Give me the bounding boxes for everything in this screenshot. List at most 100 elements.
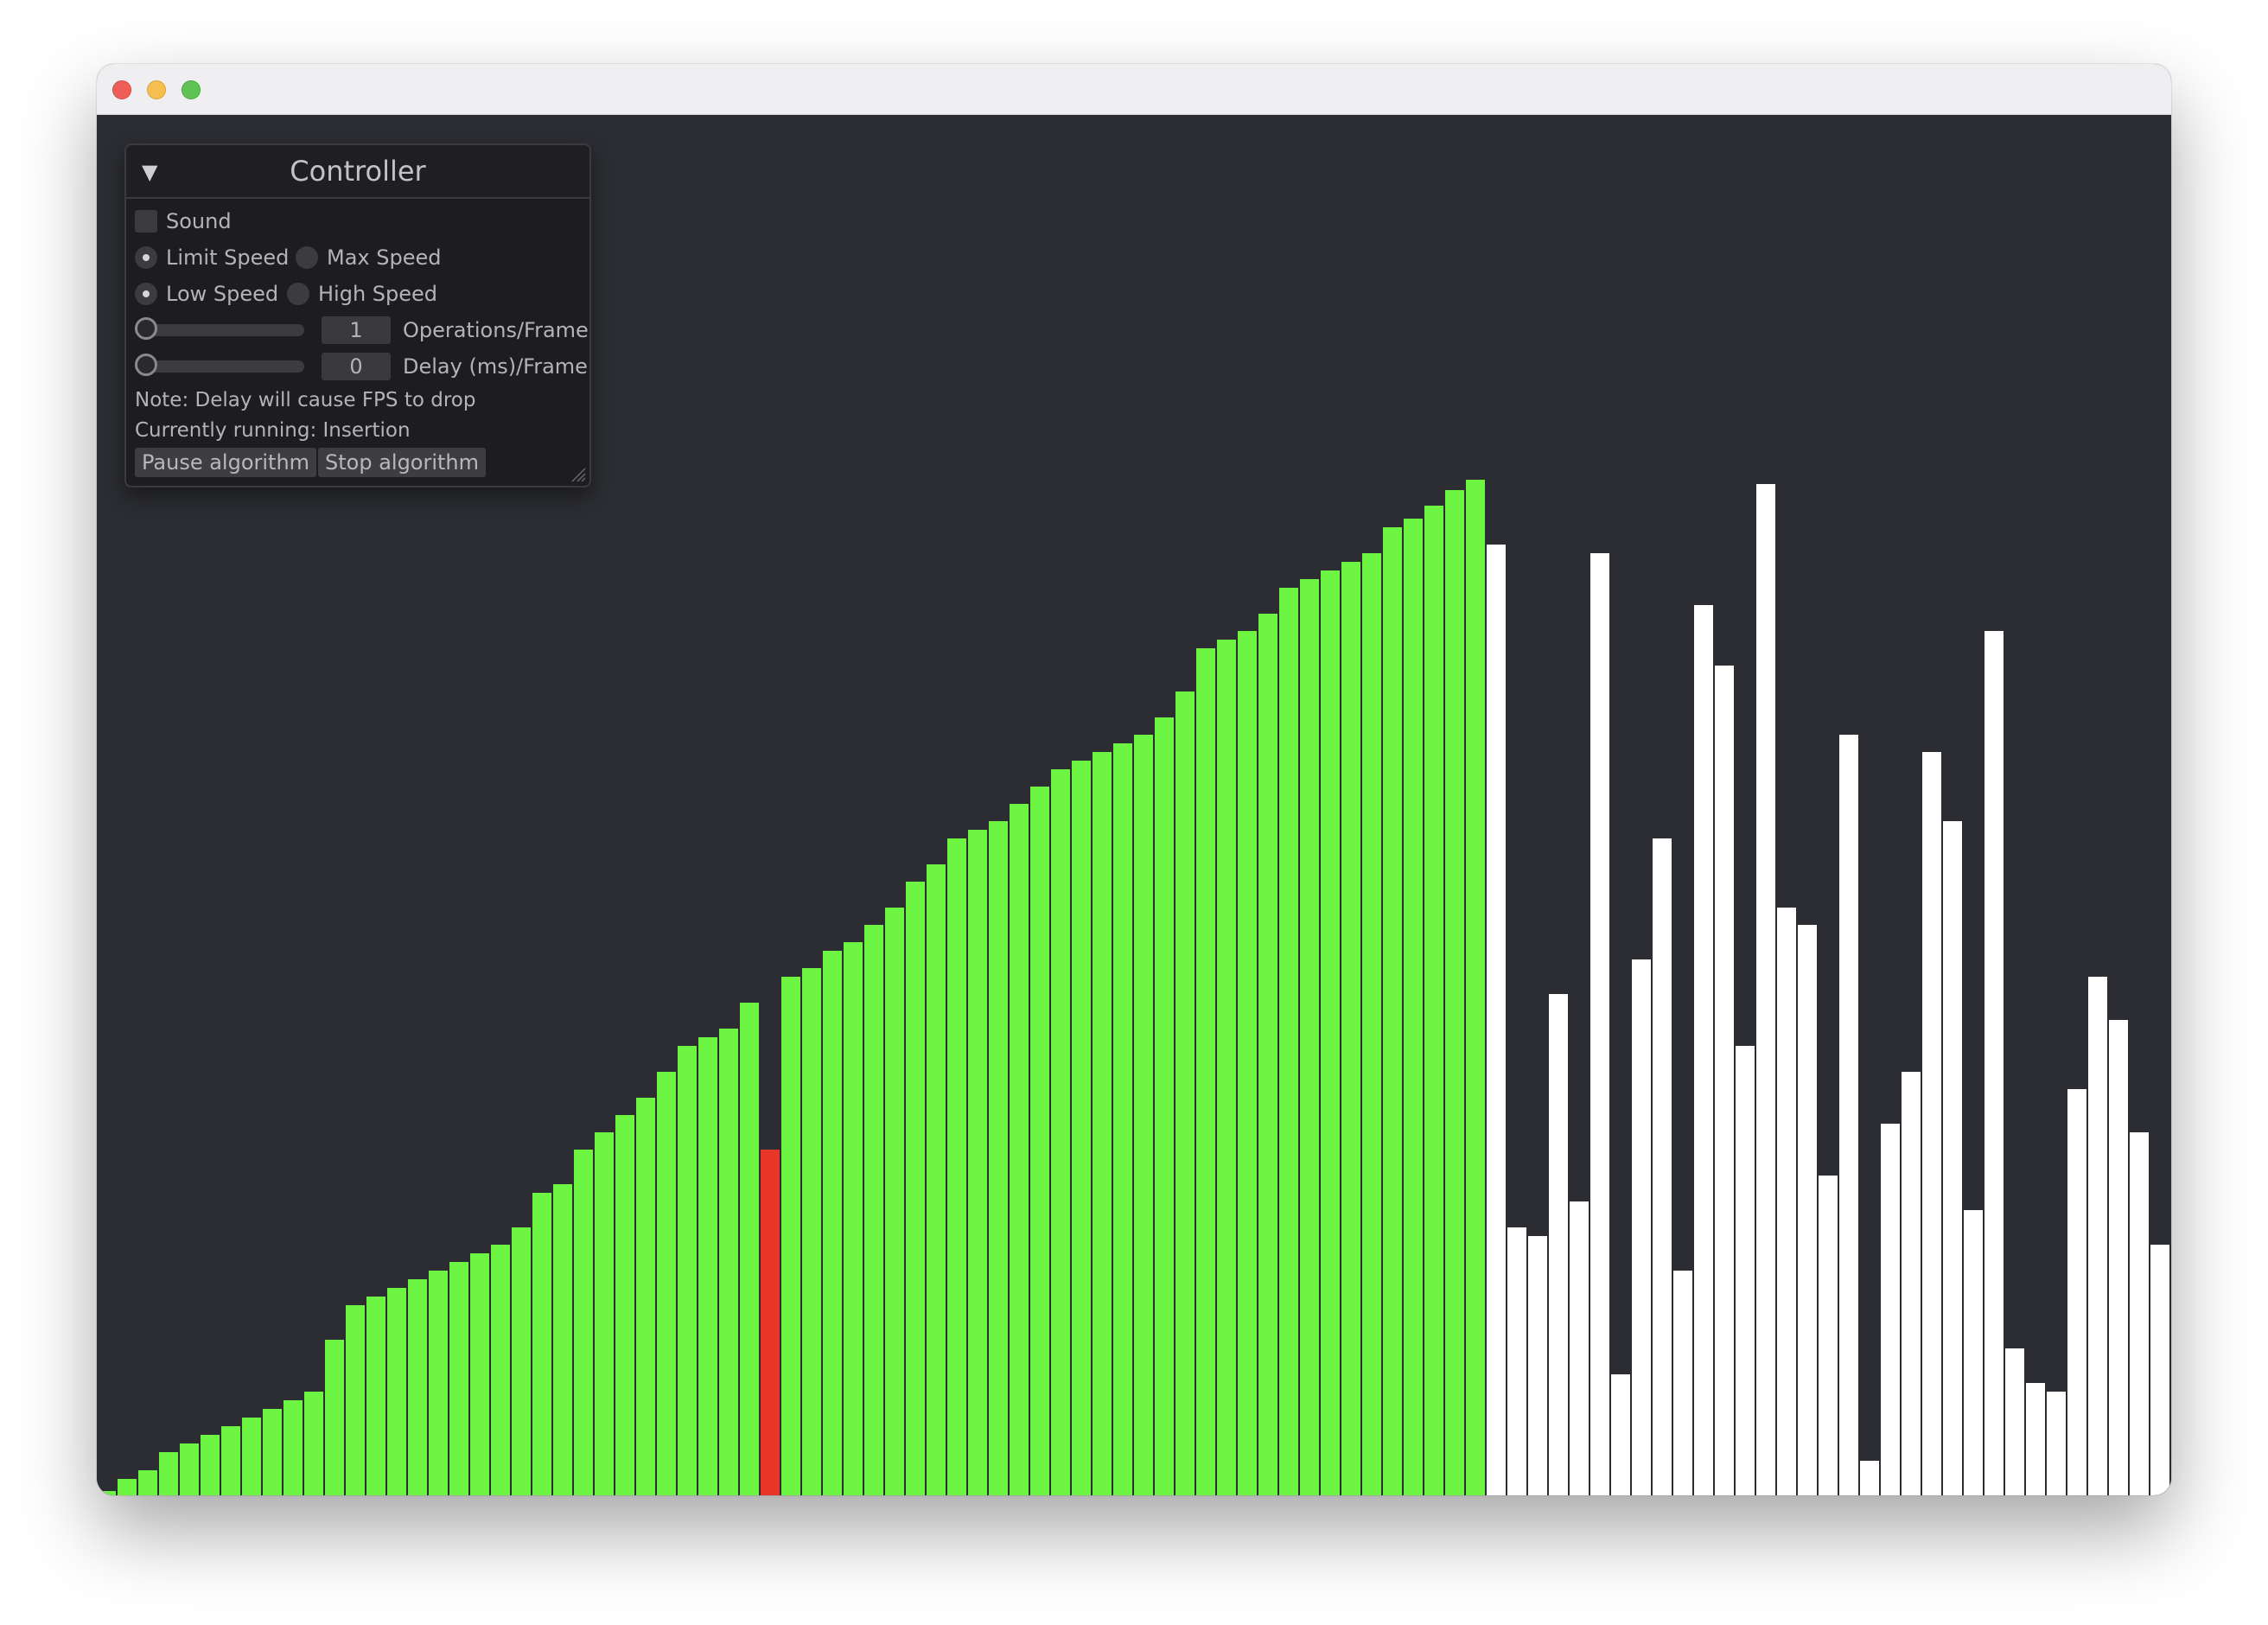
operations-slider[interactable] [135, 324, 304, 336]
sorted-bar [1072, 761, 1091, 1495]
delay-label: Delay (ms)/Frame [403, 354, 588, 379]
unsorted-bar [1715, 666, 1734, 1495]
operations-slider-handle[interactable] [135, 317, 157, 340]
sound-checkbox[interactable] [135, 210, 157, 233]
unsorted-bar [1777, 908, 1796, 1495]
unsorted-bar [1881, 1124, 1900, 1495]
unsorted-bar [1819, 1176, 1838, 1495]
unsorted-bar [1736, 1046, 1755, 1495]
sorted-bar [1383, 527, 1402, 1495]
limit-speed-radio[interactable] [135, 246, 157, 269]
sorted-bar [1466, 480, 1485, 1495]
sorted-bar [242, 1418, 261, 1495]
sorted-bar [1217, 640, 1236, 1495]
sorted-bar [1321, 570, 1340, 1495]
delay-value-field[interactable]: 0 [322, 353, 391, 380]
running-status: Currently running: Insertion [135, 419, 411, 442]
sorted-bar [366, 1297, 385, 1495]
sorted-bar [1196, 648, 1215, 1495]
limit-speed-label: Limit Speed [166, 245, 290, 270]
unsorted-bar [1632, 959, 1651, 1495]
high-speed-label: High Speed [318, 282, 438, 306]
delay-slider-handle[interactable] [135, 354, 157, 376]
unsorted-bar [1528, 1236, 1547, 1495]
sorted-bar [284, 1400, 303, 1495]
sorted-bar [989, 821, 1008, 1495]
unsorted-bar [1902, 1072, 1921, 1495]
sorted-bar [719, 1029, 738, 1495]
sorted-bar [263, 1409, 282, 1495]
maximize-window-button[interactable] [182, 80, 201, 99]
operations-value-field[interactable]: 1 [322, 316, 391, 344]
sorted-bar [1341, 562, 1360, 1495]
sorted-bar [221, 1426, 240, 1495]
sorted-bar [1238, 631, 1257, 1495]
sorted-bar [1113, 743, 1132, 1495]
sorted-bar [844, 942, 863, 1495]
delay-slider[interactable] [135, 360, 304, 373]
unsorted-bar [1860, 1461, 1879, 1495]
sorted-bar [1030, 787, 1049, 1495]
sorted-bar [408, 1279, 427, 1495]
high-speed-radio[interactable] [287, 283, 309, 305]
max-speed-label: Max Speed [327, 245, 442, 270]
sorted-bar [885, 908, 904, 1495]
low-speed-label: Low Speed [166, 282, 279, 306]
unsorted-bar [1611, 1374, 1630, 1495]
pause-algorithm-button[interactable]: Pause algorithm [135, 448, 317, 477]
visualization-canvas: ▼ Controller Sound Limit Speed Max Speed… [97, 115, 2171, 1495]
sorted-bar [906, 882, 925, 1495]
unsorted-bar [1570, 1201, 1589, 1495]
close-window-button[interactable] [112, 80, 131, 99]
sorted-bar [740, 1003, 759, 1495]
sorted-bar [678, 1046, 697, 1495]
sorted-bar [698, 1037, 717, 1495]
low-speed-radio[interactable] [135, 283, 157, 305]
unsorted-bar [1590, 553, 1609, 1495]
sorted-bar [1010, 804, 1029, 1495]
sorted-bar [781, 977, 800, 1495]
sorted-bar [1424, 506, 1443, 1495]
sorted-bar [1445, 490, 1464, 1495]
unsorted-bar [1507, 1227, 1526, 1495]
sorted-bar [387, 1288, 406, 1495]
unsorted-bar [1943, 821, 1962, 1495]
unsorted-bar [2109, 1020, 2128, 1495]
unsorted-bar [2150, 1245, 2169, 1495]
sorted-bar [864, 925, 883, 1495]
max-speed-radio[interactable] [296, 246, 318, 269]
unsorted-bar [1984, 631, 2004, 1495]
unsorted-bar [2047, 1392, 2066, 1495]
sorted-bar [1134, 735, 1153, 1495]
minimize-window-button[interactable] [147, 80, 166, 99]
controller-panel: ▼ Controller Sound Limit Speed Max Speed… [124, 143, 591, 488]
unsorted-bar [1487, 545, 1506, 1495]
sorted-bar [636, 1098, 655, 1495]
unsorted-bar [1673, 1271, 1692, 1495]
sorted-bar [532, 1193, 551, 1495]
sorted-bar [491, 1245, 510, 1495]
sorted-bar [325, 1340, 344, 1495]
sorted-bar [1155, 717, 1174, 1495]
operations-label: Operations/Frame [403, 318, 589, 342]
sorted-bar [553, 1184, 572, 1495]
sorted-bar [1362, 553, 1381, 1495]
sorted-bar [429, 1271, 448, 1495]
sorted-bar [615, 1115, 634, 1495]
delay-note: Note: Delay will cause FPS to drop [135, 389, 476, 411]
controller-header[interactable]: ▼ Controller [126, 145, 589, 199]
window-titlebar [97, 64, 2171, 115]
sorted-bar [947, 838, 966, 1495]
sorted-bar [968, 830, 987, 1495]
unsorted-bar [1922, 752, 1941, 1495]
sorted-bar [1404, 519, 1423, 1495]
sorted-bar [927, 864, 946, 1495]
sorted-bar [470, 1253, 489, 1495]
stop-algorithm-button[interactable]: Stop algorithm [318, 448, 487, 477]
sorted-bar [595, 1132, 614, 1495]
sorted-bar [138, 1470, 157, 1495]
unsorted-bar [2005, 1348, 2024, 1495]
unsorted-bar [2130, 1132, 2149, 1495]
resize-grip-icon[interactable] [570, 467, 586, 482]
active-bar [761, 1150, 780, 1495]
